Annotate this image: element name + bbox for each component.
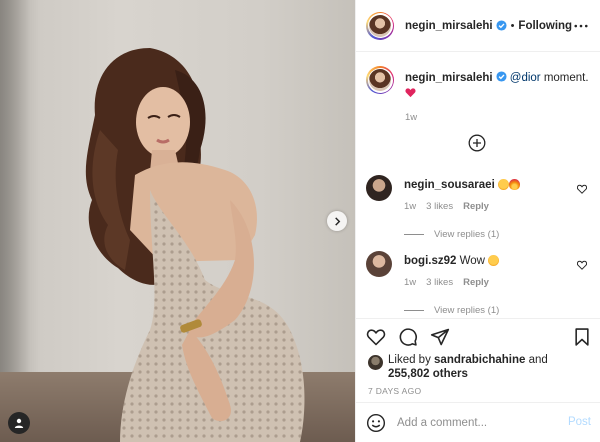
comment-likes[interactable]: 3 likes xyxy=(426,201,453,212)
heart-icon xyxy=(366,329,386,346)
save-button[interactable] xyxy=(572,327,592,347)
following-button[interactable]: Following xyxy=(518,20,572,32)
post-date: 7 DAYS AGO xyxy=(368,386,422,396)
author-username[interactable]: negin_mirsalehi xyxy=(405,20,493,32)
add-comment-input[interactable] xyxy=(397,416,557,429)
comment-box: Post xyxy=(356,402,600,442)
caption-username[interactable]: negin_mirsalehi xyxy=(405,72,493,84)
heart-eyes-emoji xyxy=(488,255,500,266)
reply-button[interactable]: Reply xyxy=(463,277,489,288)
comment-icon xyxy=(399,328,417,346)
comment-meta: 1w 3 likes Reply xyxy=(404,201,591,212)
post-header: negin_mirsalehi • Following xyxy=(356,0,600,52)
comment-item: bogi.sz92 Wow 1w 3 likes Reply View repl… xyxy=(366,251,591,316)
liked-by-prefix: Liked by xyxy=(388,354,435,366)
plus-circle-icon[interactable] xyxy=(468,134,486,152)
header-text: negin_mirsalehi • Following xyxy=(405,20,572,32)
comment-likes[interactable]: 3 likes xyxy=(426,277,453,288)
post-comment-button[interactable]: Post xyxy=(568,416,591,428)
likes-others-count[interactable]: 255,802 others xyxy=(388,368,468,380)
comment-item: negin_sousaraei 1w 3 likes Reply View re… xyxy=(366,175,591,240)
separator-dot: • xyxy=(510,19,515,32)
reply-button[interactable]: Reply xyxy=(463,201,489,212)
caption-avatar[interactable] xyxy=(366,66,394,94)
replies-line xyxy=(404,310,424,311)
commenter-avatar[interactable] xyxy=(366,175,392,201)
post-details-panel: negin_mirsalehi • Following negin_mirsal… xyxy=(355,0,600,442)
liked-by-user[interactable]: sandrabichahine xyxy=(434,354,525,366)
comment-body: bogi.sz92 Wow xyxy=(404,251,591,268)
commenter-avatar[interactable] xyxy=(366,251,392,277)
red-heart-emoji xyxy=(405,88,416,98)
heart-icon[interactable] xyxy=(577,184,587,194)
action-icons xyxy=(366,327,450,347)
view-replies-button[interactable]: View replies (1) xyxy=(404,229,591,240)
caption-text: moment. xyxy=(540,72,589,84)
user-tag-button[interactable] xyxy=(8,412,30,434)
heart-icon[interactable] xyxy=(577,260,587,270)
model-figure xyxy=(85,48,305,442)
comment-text: Wow xyxy=(459,255,485,267)
comment-time: 1w xyxy=(404,277,417,288)
view-replies-button[interactable]: View replies (1) xyxy=(404,305,591,316)
view-replies-label: View replies (1) xyxy=(434,229,500,240)
caption-mention[interactable]: @dior xyxy=(510,72,541,84)
like-button[interactable] xyxy=(366,327,386,347)
smiley-icon[interactable] xyxy=(366,413,386,433)
more-options-button[interactable] xyxy=(573,18,589,34)
next-photo-button[interactable] xyxy=(327,211,347,231)
share-icon xyxy=(430,328,450,346)
comment-button[interactable] xyxy=(398,327,418,347)
more-options-icon xyxy=(574,24,588,28)
post-actions: Liked by sandrabichahine and 255,802 oth… xyxy=(356,318,600,402)
view-replies-label: View replies (1) xyxy=(434,305,500,316)
bookmark-icon xyxy=(575,328,589,346)
comment-meta: 1w 3 likes Reply xyxy=(404,277,591,288)
verified-badge-icon xyxy=(496,20,507,31)
post-photo[interactable] xyxy=(0,0,355,442)
replies-line xyxy=(404,234,424,235)
comment-time: 1w xyxy=(404,201,417,212)
user-tag-icon xyxy=(14,418,24,428)
chevron-right-icon xyxy=(334,216,340,226)
comment-body: negin_sousaraei xyxy=(404,175,591,192)
author-avatar[interactable] xyxy=(366,11,394,40)
caption-body: negin_mirsalehi @dior moment. xyxy=(405,66,591,102)
likes-summary: Liked by sandrabichahine and 255,802 oth… xyxy=(368,353,593,381)
commenter-username[interactable]: bogi.sz92 xyxy=(404,255,456,267)
liked-by-and: and xyxy=(525,354,548,366)
heart-eyes-emoji xyxy=(497,179,509,190)
share-button[interactable] xyxy=(430,327,450,347)
verified-badge-icon xyxy=(496,71,507,82)
liker-avatar[interactable] xyxy=(368,355,383,370)
post-caption: negin_mirsalehi @dior moment. 1w xyxy=(366,66,591,123)
commenter-username[interactable]: negin_sousaraei xyxy=(404,179,495,191)
caption-timestamp: 1w xyxy=(405,112,418,123)
fire-emoji xyxy=(508,179,520,190)
